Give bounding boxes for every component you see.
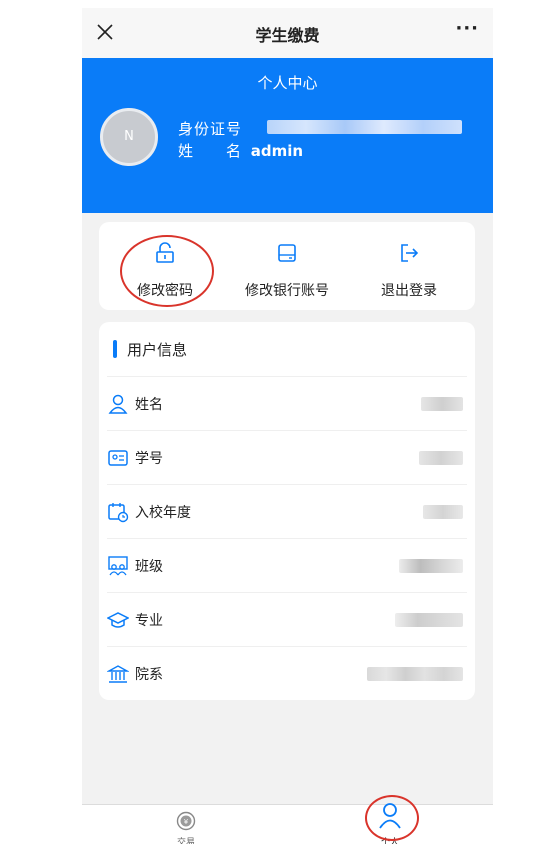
name-row: 姓 名 admin	[178, 140, 303, 161]
more-menu-button[interactable]: ···	[455, 18, 479, 39]
annotation-circle-personal-tab	[365, 795, 419, 841]
info-value-major-redacted	[395, 613, 463, 627]
info-label-department: 院系	[135, 667, 163, 683]
annotation-circle-password	[120, 235, 214, 307]
section-accent-bar	[113, 340, 117, 358]
calendar-clock-icon	[108, 503, 129, 523]
svg-text:¥: ¥	[184, 818, 189, 826]
user-info-title: 用户信息	[127, 341, 188, 359]
info-row-class: 班级	[107, 538, 467, 593]
id-number-redacted	[267, 120, 462, 134]
class-group-icon	[108, 556, 128, 576]
info-row-department: 院系	[107, 646, 467, 701]
tab-transactions-label: 交易	[176, 838, 195, 844]
info-row-enrollment-year: 入校年度	[107, 484, 467, 539]
user-info-card: 用户信息 姓名 学号 入校年度 班级 专业 院系	[99, 322, 475, 700]
id-number-label: 身份证号	[178, 120, 243, 138]
logout-button[interactable]: 退出登录	[354, 222, 464, 310]
logout-icon	[401, 244, 419, 262]
bank-card-icon	[278, 244, 296, 262]
info-label-enrollment-year: 入校年度	[135, 505, 191, 521]
info-row-name: 姓名	[107, 376, 467, 431]
top-navigation-bar: 学生缴费 ···	[82, 8, 493, 58]
logout-label: 退出登录	[381, 283, 437, 299]
change-bank-account-label: 修改银行账号	[245, 283, 329, 299]
name-value: admin	[250, 142, 304, 160]
info-label-student-id: 学号	[135, 451, 163, 467]
institution-icon	[107, 665, 129, 683]
info-label-major: 专业	[135, 613, 163, 629]
info-value-name-redacted	[421, 397, 463, 411]
coin-icon: ¥	[176, 811, 196, 831]
header-title: 个人中心	[257, 74, 318, 92]
info-value-department-redacted	[367, 667, 463, 681]
avatar: N	[100, 108, 158, 166]
phone-screen: 学生缴费 ··· 个人中心 N 身份证号 姓 名 admin 修改密码 修改银行…	[82, 8, 493, 844]
bottom-tab-bar: ¥ 交易 个人	[82, 795, 493, 844]
info-row-student-id: 学号	[107, 430, 467, 485]
page-title: 学生缴费	[255, 26, 320, 45]
info-label-name: 姓名	[135, 397, 163, 413]
tab-transactions[interactable]: ¥ 交易	[126, 805, 246, 844]
info-value-class-redacted	[399, 559, 463, 573]
person-icon	[108, 394, 128, 414]
name-label: 姓 名	[178, 142, 243, 160]
profile-header: 个人中心 N 身份证号 姓 名 admin	[82, 58, 493, 213]
info-value-student-id-redacted	[419, 451, 463, 465]
action-card: 修改密码 修改银行账号 退出登录	[99, 222, 475, 310]
info-value-enrollment-year-redacted	[423, 505, 463, 519]
change-bank-account-button[interactable]: 修改银行账号	[232, 222, 342, 310]
graduation-cap-icon	[107, 612, 129, 628]
info-row-major: 专业	[107, 592, 467, 647]
id-card-icon	[108, 450, 128, 466]
info-label-class: 班级	[135, 559, 163, 575]
